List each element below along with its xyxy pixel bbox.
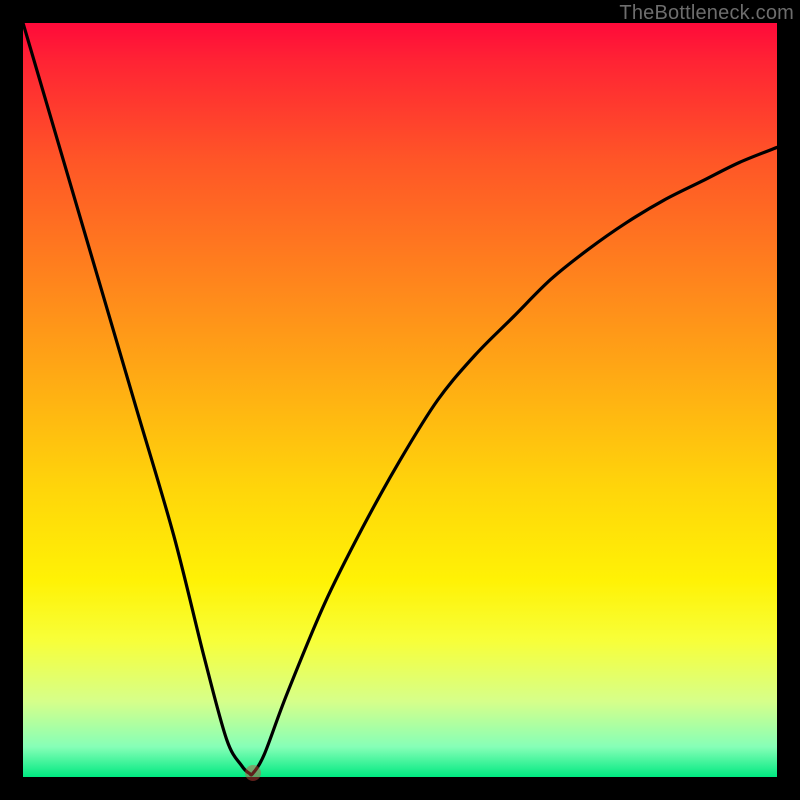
- gradient-background: [23, 23, 777, 777]
- chart-frame: [23, 23, 777, 777]
- plot-area: [23, 23, 777, 777]
- watermark-text: TheBottleneck.com: [619, 2, 794, 25]
